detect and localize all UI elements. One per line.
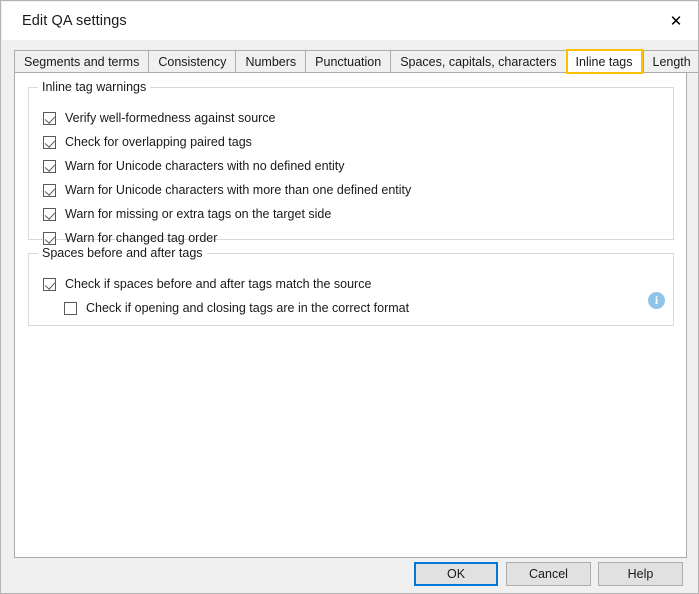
info-icon[interactable]: i [648,292,665,309]
title-bar: Edit QA settings ✕ [2,2,699,40]
checkbox-label: Check for overlapping paired tags [65,135,252,149]
tab-inline-tags[interactable]: Inline tags [566,49,643,74]
checkbox-box[interactable] [64,302,77,315]
close-button[interactable]: ✕ [653,2,699,40]
group-inline-tag-warnings: Inline tag warnings Verify well-formedne… [28,87,674,240]
checkbox-box[interactable] [43,278,56,291]
checkbox-label: Verify well-formedness against source [65,111,276,125]
tab-label: Segments and terms [24,55,139,69]
checkbox-missing-or-extra-tags[interactable]: Warn for missing or extra tags on the ta… [43,205,331,223]
dialog-button-bar: OK Cancel Help [1,558,698,594]
tab-strip: Segments and terms Consistency Numbers P… [14,50,699,73]
group-legend: Inline tag warnings [38,80,150,94]
group-legend: Spaces before and after tags [38,246,207,260]
checkbox-tags-correct-format[interactable]: Check if opening and closing tags are in… [64,299,409,317]
cancel-button[interactable]: Cancel [506,562,591,586]
info-glyph: i [655,294,658,306]
checkbox-unicode-no-defined-entity[interactable]: Warn for Unicode characters with no defi… [43,157,345,175]
checkbox-unicode-more-than-one-entity[interactable]: Warn for Unicode characters with more th… [43,181,411,199]
checkbox-label: Warn for missing or extra tags on the ta… [65,207,331,221]
group-spaces-before-and-after-tags: Spaces before and after tags Check if sp… [28,253,674,326]
tab-label: Consistency [158,55,226,69]
checkbox-label: Warn for Unicode characters with more th… [65,183,411,197]
checkbox-box[interactable] [43,208,56,221]
close-icon: ✕ [670,14,683,29]
tab-length[interactable]: Length [643,50,699,73]
checkbox-box[interactable] [43,136,56,149]
tab-numbers[interactable]: Numbers [235,50,305,73]
checkbox-spaces-match-source[interactable]: Check if spaces before and after tags ma… [43,275,371,293]
checkbox-box[interactable] [43,160,56,173]
ok-button[interactable]: OK [414,562,498,586]
edit-qa-settings-dialog: Edit QA settings ✕ Segments and terms Co… [0,0,699,594]
checkbox-label: Warn for changed tag order [65,231,217,245]
tab-label: Punctuation [315,55,381,69]
tab-label: Inline tags [576,55,633,69]
checkbox-label: Warn for Unicode characters with no defi… [65,159,345,173]
checkbox-label: Check if spaces before and after tags ma… [65,277,371,291]
checkbox-verify-well-formedness[interactable]: Verify well-formedness against source [43,109,276,127]
checkbox-box[interactable] [43,184,56,197]
button-label: Cancel [529,567,568,581]
button-label: Help [628,567,654,581]
button-label: OK [447,567,465,581]
tab-label: Length [653,55,691,69]
checkbox-label: Check if opening and closing tags are in… [86,301,409,315]
tab-punctuation[interactable]: Punctuation [305,50,390,73]
inline-tags-tab-panel: Inline tag warnings Verify well-formedne… [14,72,687,558]
tab-consistency[interactable]: Consistency [148,50,235,73]
tab-segments-and-terms[interactable]: Segments and terms [14,50,148,73]
tab-spaces-capitals-characters[interactable]: Spaces, capitals, characters [390,50,565,73]
help-button[interactable]: Help [598,562,683,586]
checkbox-box[interactable] [43,112,56,125]
checkbox-box[interactable] [43,232,56,245]
checkbox-overlapping-paired-tags[interactable]: Check for overlapping paired tags [43,133,252,151]
tab-label: Numbers [245,55,296,69]
tab-label: Spaces, capitals, characters [400,55,556,69]
dialog-title: Edit QA settings [22,13,127,29]
checkbox-changed-tag-order[interactable]: Warn for changed tag order [43,229,217,247]
